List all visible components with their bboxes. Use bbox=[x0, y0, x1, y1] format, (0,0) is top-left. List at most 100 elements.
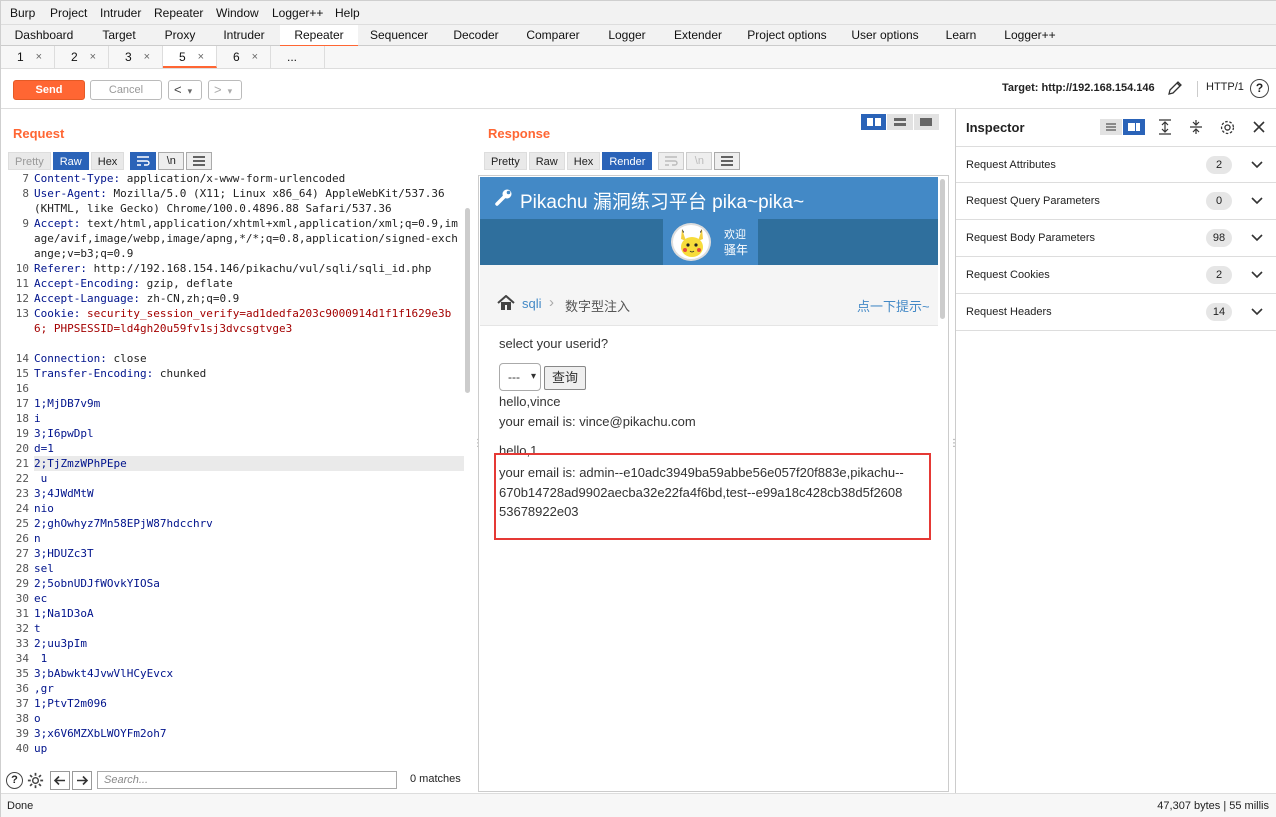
expand-all-icon[interactable] bbox=[1157, 119, 1173, 135]
menu-logger-plus[interactable]: Logger++ bbox=[272, 6, 323, 20]
body-line: i bbox=[34, 412, 41, 425]
response-tab-render[interactable]: Render bbox=[602, 152, 653, 170]
collapse-all-icon[interactable] bbox=[1188, 119, 1204, 135]
inspector-section-body-parameters[interactable]: Request Body Parameters 98 bbox=[956, 220, 1276, 257]
home-icon[interactable] bbox=[497, 294, 515, 311]
protocol-label[interactable]: HTTP/1 bbox=[1197, 81, 1244, 97]
line-number: 12 bbox=[15, 292, 29, 305]
menu-burp[interactable]: Burp bbox=[10, 6, 35, 20]
body-line: 1;PtvT2m096 bbox=[34, 697, 107, 710]
repeater-tab-1[interactable]: 1 × bbox=[1, 46, 55, 68]
show-newlines-button[interactable]: \n bbox=[158, 152, 185, 170]
tab-comparer[interactable]: Comparer bbox=[521, 25, 585, 46]
repeater-tab-new[interactable]: ... bbox=[271, 46, 325, 68]
query-button[interactable]: 查询 bbox=[544, 366, 586, 390]
inspector-section-query-parameters[interactable]: Request Query Parameters 0 bbox=[956, 183, 1276, 220]
site-title[interactable]: Pikachu 漏洞练习平台 pika~pika~ bbox=[520, 187, 804, 214]
tab-dashboard[interactable]: Dashboard bbox=[9, 25, 79, 46]
split-view-icon[interactable] bbox=[1123, 119, 1145, 135]
response-tab-raw[interactable]: Raw bbox=[528, 152, 565, 170]
edit-target-icon[interactable] bbox=[1167, 80, 1183, 96]
layout-tabs-icon[interactable] bbox=[913, 114, 939, 130]
hint-link[interactable]: 点一下提示~ bbox=[857, 296, 930, 315]
layout-top-bottom-icon[interactable] bbox=[887, 114, 913, 130]
userid-select[interactable]: --- ▾ bbox=[499, 363, 541, 391]
chevron-down-icon[interactable] bbox=[1249, 229, 1265, 245]
tab-user-options[interactable]: User options bbox=[848, 25, 922, 46]
response-tab-pretty[interactable]: Pretty bbox=[484, 152, 527, 170]
search-input[interactable]: Search... bbox=[97, 771, 397, 789]
menu-icon[interactable] bbox=[186, 152, 213, 170]
repeater-tab-3[interactable]: 3 × bbox=[109, 46, 163, 68]
chevron-down-icon[interactable] bbox=[1249, 156, 1265, 172]
tab-label: 3 bbox=[125, 50, 132, 64]
tab-extender[interactable]: Extender bbox=[668, 25, 728, 46]
response-tab-hex[interactable]: Hex bbox=[566, 152, 601, 170]
panel-splitter-handle[interactable]: ⋮ bbox=[473, 439, 483, 461]
tab-project-options[interactable]: Project options bbox=[744, 25, 830, 46]
response-scrollbar[interactable] bbox=[940, 179, 945, 319]
wrap-lines-icon[interactable] bbox=[130, 152, 157, 170]
send-button[interactable]: Send bbox=[13, 80, 85, 100]
inspector-section-request-attributes[interactable]: Request Attributes 2 bbox=[956, 146, 1276, 183]
tab-learn[interactable]: Learn bbox=[939, 25, 983, 46]
panel-splitter-handle[interactable]: ⋮ bbox=[949, 439, 959, 461]
inspector-section-cookies[interactable]: Request Cookies 2 bbox=[956, 257, 1276, 294]
chevron-down-icon[interactable]: ▾ bbox=[228, 83, 233, 100]
menu-project[interactable]: Project bbox=[50, 6, 87, 20]
forward-button[interactable]: > ▾ bbox=[208, 80, 242, 100]
tab-proxy[interactable]: Proxy bbox=[157, 25, 203, 46]
select-label: select your userid? bbox=[499, 336, 609, 351]
close-icon[interactable]: × bbox=[252, 46, 258, 68]
menu-icon[interactable] bbox=[714, 152, 741, 170]
list-view-icon[interactable] bbox=[1100, 119, 1122, 135]
next-match-button[interactable] bbox=[72, 771, 92, 790]
header-line: Transfer-Encoding: chunked bbox=[34, 367, 207, 380]
chevron-down-icon[interactable] bbox=[1249, 192, 1265, 208]
inspector-section-headers[interactable]: Request Headers 14 bbox=[956, 294, 1276, 331]
request-tab-hex[interactable]: Hex bbox=[90, 152, 125, 170]
layout-side-by-side-icon[interactable] bbox=[861, 114, 887, 130]
help-icon[interactable]: ? bbox=[1250, 79, 1269, 98]
back-button[interactable]: < ▾ bbox=[168, 80, 202, 100]
cancel-button[interactable]: Cancel bbox=[90, 80, 162, 100]
tab-logger[interactable]: Logger bbox=[601, 25, 653, 46]
repeater-tab-6[interactable]: 6 × bbox=[217, 46, 271, 68]
wrap-lines-icon[interactable] bbox=[658, 152, 685, 170]
chevron-down-icon[interactable] bbox=[1249, 303, 1265, 319]
tab-logger-plus[interactable]: Logger++ bbox=[998, 25, 1062, 46]
header-name: Accept bbox=[34, 217, 74, 230]
chevron-down-icon[interactable]: ▾ bbox=[188, 83, 193, 100]
tab-intruder[interactable]: Intruder bbox=[215, 25, 273, 46]
chevron-down-icon[interactable] bbox=[1249, 266, 1265, 282]
request-editor[interactable]: 7 Content-Type: application/x-www-form-ur… bbox=[7, 171, 473, 767]
breadcrumb-link-sqli[interactable]: sqli bbox=[522, 296, 542, 311]
close-icon[interactable]: × bbox=[90, 46, 96, 68]
request-tab-pretty[interactable]: Pretty bbox=[8, 152, 51, 170]
repeater-tab-5[interactable]: 5 × bbox=[163, 46, 217, 68]
request-tab-raw[interactable]: Raw bbox=[52, 152, 89, 170]
previous-match-button[interactable] bbox=[50, 771, 70, 790]
menu-window[interactable]: Window bbox=[216, 6, 259, 20]
tab-repeater[interactable]: Repeater bbox=[280, 25, 358, 47]
settings-gear-icon[interactable] bbox=[1219, 119, 1236, 136]
settings-gear-icon[interactable] bbox=[26, 771, 45, 790]
close-icon[interactable]: × bbox=[36, 46, 42, 68]
close-icon[interactable]: × bbox=[198, 46, 204, 68]
tab-sequencer[interactable]: Sequencer bbox=[365, 25, 433, 46]
show-newlines-button[interactable]: \n bbox=[686, 152, 713, 170]
select-value: --- bbox=[508, 370, 520, 384]
menu-help[interactable]: Help bbox=[335, 6, 360, 20]
line-number: 26 bbox=[15, 532, 29, 545]
menu-intruder[interactable]: Intruder bbox=[100, 6, 141, 20]
tab-target[interactable]: Target bbox=[91, 25, 147, 46]
close-icon[interactable]: × bbox=[144, 46, 150, 68]
tab-decoder[interactable]: Decoder bbox=[447, 25, 505, 46]
line-number: 31 bbox=[15, 607, 29, 620]
repeater-tab-2[interactable]: 2 × bbox=[55, 46, 109, 68]
chevron-left-icon: < bbox=[174, 82, 182, 97]
close-icon[interactable] bbox=[1251, 119, 1267, 135]
menu-repeater[interactable]: Repeater bbox=[154, 6, 203, 20]
request-scrollbar[interactable] bbox=[465, 208, 470, 393]
help-icon[interactable]: ? bbox=[6, 772, 23, 789]
